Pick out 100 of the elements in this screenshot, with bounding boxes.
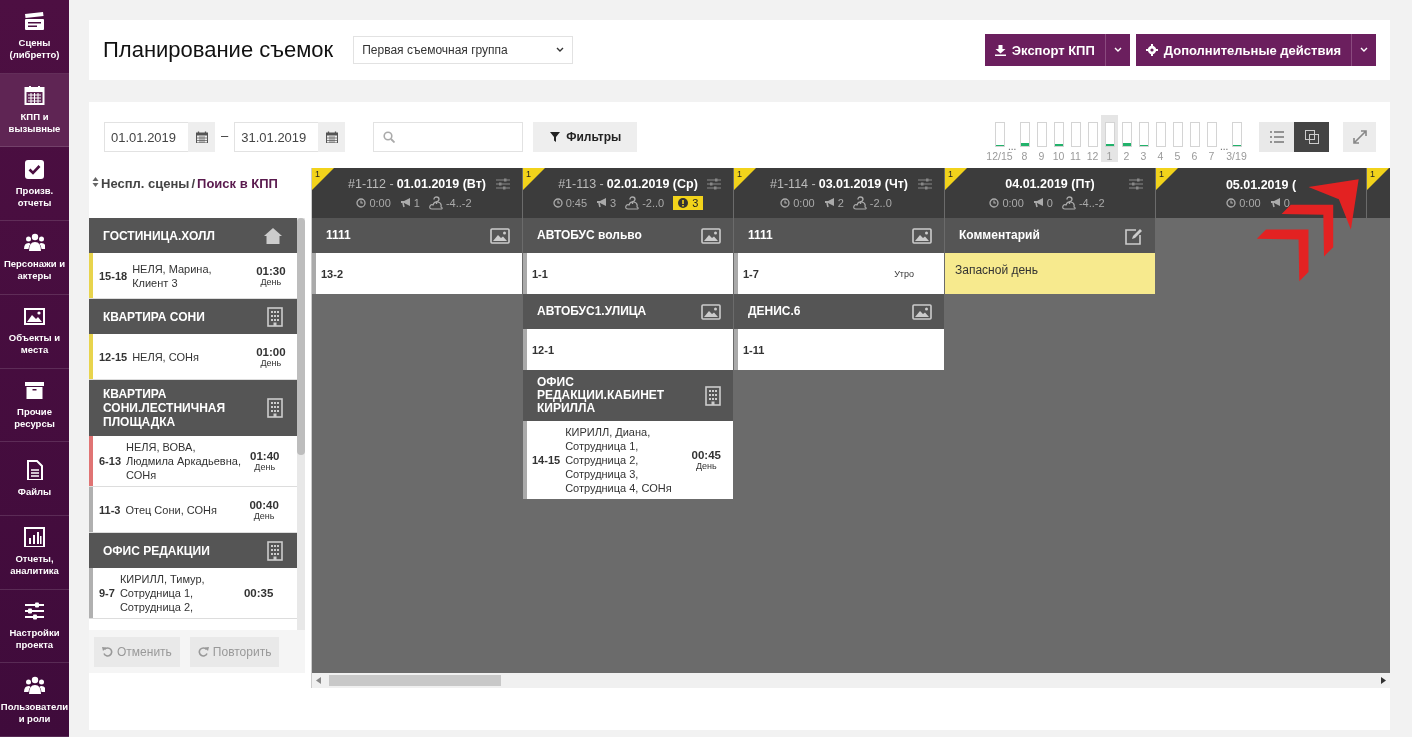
day-label: 3 (1140, 150, 1147, 162)
scene-number: 12-1 (531, 343, 556, 356)
sliders-icon[interactable] (918, 178, 932, 190)
load-bar (1172, 122, 1183, 147)
location-name: КВАРТИРА СОНИ (103, 309, 205, 324)
scene-cast: НЕЛЯ, Марина, Клиент 3 (132, 261, 213, 291)
scene-card[interactable]: 1-7 Утро (734, 253, 944, 294)
image-icon (701, 227, 721, 244)
sidebar-item[interactable]: КПП и вызывные (0, 73, 69, 148)
call-count: 1 (413, 196, 420, 209)
scene-card[interactable]: 13-2 (312, 253, 522, 294)
scene-cast: НЕЛЯ, СОНя (132, 349, 200, 365)
scene-card[interactable]: 11-3 Отец Сони, СОНя 00:40 День (89, 487, 297, 533)
calendar-button[interactable] (318, 122, 346, 152)
scene-card[interactable]: 12-1 (523, 329, 733, 370)
image-icon (912, 227, 932, 244)
load-bar (1155, 122, 1166, 147)
view-toggle[interactable] (1294, 122, 1329, 152)
scene-card[interactable]: 14-15 КИРИЛЛ, Диана, Сотрудница 1, Сотрудница 2, Сотрудница 3, Сотрудница 4, СОНя 00:45 День (523, 421, 733, 499)
sort-label[interactable]: Неспл. сцены (101, 176, 190, 191)
call-count: 0 (1283, 196, 1290, 209)
location-name: 1111 (748, 229, 773, 242)
day-date: 01.01.2019 (Вт) (396, 176, 486, 191)
clock-icon (356, 197, 367, 208)
scrollbar[interactable] (312, 673, 1390, 688)
building-icon (705, 385, 721, 406)
scene-card[interactable]: 9-7 КИРИЛЛ, Тимур, Сотрудница 1, Сотрудница 2, 00:35 (89, 568, 297, 619)
scrollbar[interactable] (297, 218, 305, 630)
expand-button[interactable] (1343, 122, 1376, 152)
load-bar (1036, 122, 1047, 147)
day-date: 03.01.2019 (Чт) (818, 176, 908, 191)
search-field[interactable] (373, 122, 524, 152)
clock-icon (552, 197, 563, 208)
scroll-left-icon[interactable] (316, 677, 321, 684)
scene-card[interactable]: 1-1 (523, 253, 733, 294)
weather-icon (852, 195, 867, 210)
view-toggle[interactable] (1259, 122, 1294, 152)
date-field[interactable]: 31.01.2019 (234, 122, 319, 152)
archive-box-icon (24, 379, 45, 400)
day-badge: 1 (523, 168, 545, 190)
megaphone-icon (1032, 197, 1044, 208)
day-duration: 0:00 (369, 196, 391, 209)
sliders-icon (24, 600, 45, 621)
temperature: -2..0 (869, 196, 892, 209)
clock-icon (1226, 197, 1237, 208)
day-date: 02.01.2019 (Ср) (606, 176, 698, 191)
weather-icon (428, 195, 443, 210)
search-link[interactable]: Поиск в КПП (197, 176, 278, 191)
day-badge: 1 (1156, 168, 1178, 190)
scene-card[interactable]: 12-15 НЕЛЯ, СОНя 01:00 День (89, 334, 297, 380)
redo-icon (197, 646, 209, 657)
location-name: 1111 (326, 229, 351, 242)
scroll-right-icon[interactable] (1381, 677, 1386, 684)
day-duration: 0:00 (1002, 196, 1024, 209)
warning-badge: 3 (673, 195, 704, 210)
call-count: 3 (610, 196, 617, 209)
scene-duration: 00:35 (243, 587, 274, 599)
search-icon (383, 131, 396, 143)
building-icon (267, 306, 283, 327)
scene-number: 1-1 (531, 267, 549, 280)
caret-icon (1360, 47, 1368, 53)
sliders-icon[interactable] (707, 178, 721, 190)
ellipsis: ... (1220, 141, 1228, 152)
filters-button[interactable]: Фильтры (533, 122, 638, 152)
sliders-icon[interactable] (1129, 178, 1143, 190)
overlap-squares-icon (1304, 130, 1319, 144)
location-name: ДЕНИС.6 (748, 305, 801, 318)
load-bar (1206, 122, 1217, 147)
day-badge: 1 (312, 168, 334, 190)
location-name: ОФИС РЕДАКЦИИ.КАБИНЕТ КИРИЛЛА (537, 376, 666, 415)
call-count: 0 (1046, 196, 1053, 209)
undo-icon (102, 646, 113, 657)
scene-number: 12-15 (98, 350, 129, 363)
load-bar (1070, 122, 1081, 147)
scene-duration: 01:30 (256, 264, 286, 277)
date-field[interactable]: 01.01.2019 (104, 122, 188, 152)
calendar-icon (325, 131, 338, 143)
load-bar (1087, 122, 1098, 147)
scene-card[interactable]: 1-11 (734, 329, 944, 370)
scene-number: 1-11 (742, 343, 766, 356)
call-count: 2 (837, 196, 844, 209)
group-select[interactable]: Первая съемочная группа (353, 36, 574, 64)
megaphone-icon (1269, 197, 1281, 208)
image-icon (701, 303, 721, 320)
clapperboard-icon (24, 11, 45, 32)
range-dash: – (221, 128, 229, 143)
scene-duration: 01:40 (250, 450, 280, 462)
bar-chart-icon (24, 527, 45, 548)
day-label: 4 (1157, 150, 1164, 162)
clock-icon (989, 197, 1000, 208)
checkbox-icon (24, 158, 45, 179)
calendar-button[interactable] (188, 122, 215, 152)
download-icon (994, 44, 1006, 56)
day-label: 1 (1106, 150, 1113, 162)
scene-duration: 00:40 (249, 498, 279, 511)
sliders-icon[interactable] (496, 178, 510, 190)
scene-number: 11-3 (98, 503, 122, 516)
caret-icon (1113, 47, 1122, 53)
list-icon (1269, 131, 1284, 143)
time-of-day: День (260, 357, 282, 368)
